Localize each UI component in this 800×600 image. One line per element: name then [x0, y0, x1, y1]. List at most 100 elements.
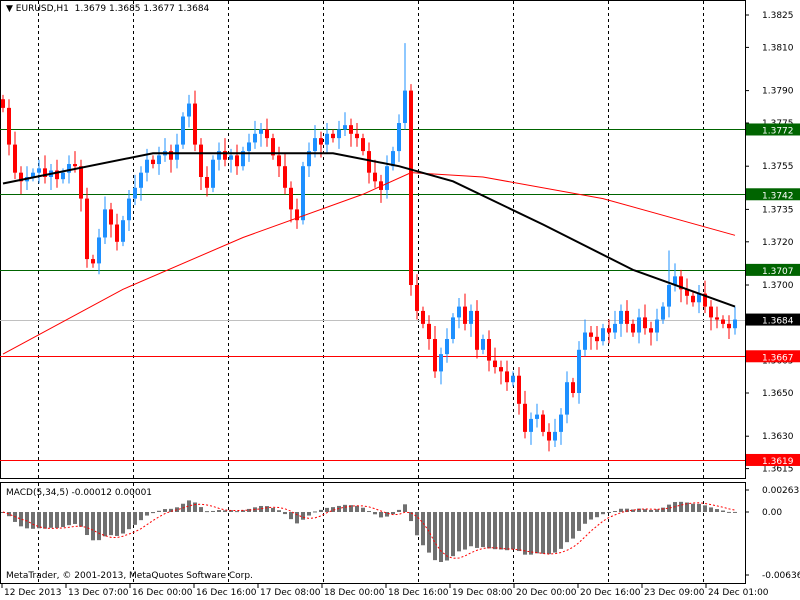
macd-label: MACD(5,34,5) -0.00012 0.00001: [6, 488, 152, 498]
candle-body: [511, 375, 515, 383]
candle: [355, 123, 359, 147]
level-price-label: 1.3707: [762, 267, 794, 277]
macd-bar: [103, 512, 107, 537]
candle: [31, 168, 35, 182]
macd-bar: [397, 509, 401, 512]
candle: [721, 315, 725, 329]
candle: [577, 341, 581, 404]
candle: [505, 360, 509, 391]
macd-bar: [343, 504, 347, 512]
time-label: 12 Dec 2013: [4, 588, 62, 598]
macd-bar: [565, 512, 569, 543]
time-label: 16 Dec 00:00: [132, 588, 193, 598]
candle-body: [517, 375, 521, 404]
candle-body: [577, 349, 581, 393]
candle: [493, 347, 497, 374]
macd-bar: [391, 512, 395, 515]
candle: [385, 155, 389, 199]
level-price-label: 1.3772: [762, 126, 794, 136]
candle: [709, 300, 713, 331]
macd-bar: [319, 509, 323, 512]
macd-bar: [733, 511, 737, 513]
candle-body: [499, 367, 503, 372]
macd-bar: [589, 512, 593, 520]
macd-bar: [145, 512, 149, 516]
macd-bar: [121, 512, 125, 534]
macd-bar: [649, 509, 653, 512]
candle: [529, 412, 533, 445]
candle-body: [325, 133, 329, 145]
macd-bar: [475, 512, 479, 548]
macd-bar: [43, 512, 47, 529]
candle-body: [637, 317, 641, 333]
price-panel-frame: [0, 0, 746, 479]
candle-body: [127, 198, 131, 221]
candle-body: [409, 90, 413, 285]
candle: [511, 371, 515, 387]
candle: [451, 313, 455, 344]
macd-bar: [169, 508, 173, 512]
candle: [445, 328, 449, 363]
candle: [649, 321, 653, 346]
open-value: 1.3679: [74, 4, 107, 14]
candle: [439, 347, 443, 385]
macd-bar: [535, 512, 539, 554]
candle: [559, 408, 563, 445]
macd-bar: [709, 507, 713, 512]
candle-body: [643, 317, 647, 329]
candle-body: [319, 138, 323, 145]
candle: [373, 159, 377, 188]
time-label: 20 Dec 16:00: [580, 588, 641, 598]
candle-body: [235, 155, 239, 167]
macd-bar: [427, 512, 431, 553]
candle-body: [421, 310, 425, 324]
candle: [289, 181, 293, 223]
ma-slow-line: [2, 172, 736, 355]
candle-body: [667, 285, 671, 307]
candle-body: [247, 142, 251, 152]
candle-body: [487, 339, 491, 361]
symbol-label: EURUSD,H1: [15, 4, 69, 14]
candle-body: [265, 129, 269, 139]
candle-body: [283, 166, 287, 188]
macd-bar: [505, 512, 509, 551]
candle: [499, 360, 503, 385]
macd-bar: [727, 511, 731, 513]
close-value: 1.3684: [177, 4, 210, 14]
macd-bar: [235, 511, 239, 513]
candle-body: [445, 339, 449, 355]
price-chart[interactable]: 1.38251.38101.37901.37751.37551.37351.37…: [0, 0, 800, 600]
macd-bar: [109, 512, 113, 536]
candle: [403, 43, 407, 130]
macd-bar: [547, 512, 551, 555]
macd-bar: [679, 501, 683, 512]
candle: [247, 133, 251, 162]
price-tick-label: 1.3810: [762, 43, 794, 53]
candle-body: [397, 123, 401, 152]
level-price-label: 1.3742: [762, 191, 794, 201]
candle-body: [61, 172, 65, 180]
macd-bar: [703, 505, 707, 512]
macd-bar: [595, 512, 599, 518]
macd-bar: [661, 507, 665, 512]
macd-bar: [487, 512, 491, 549]
candle-body: [415, 285, 419, 311]
candle-body: [7, 107, 11, 145]
level-price-label: 1.3619: [762, 457, 794, 467]
candle-body: [157, 155, 161, 165]
macd-bar: [541, 512, 545, 554]
candle-body: [151, 159, 155, 165]
candle: [85, 187, 89, 268]
candle-body: [565, 382, 569, 415]
triangle-down-icon[interactable]: ▼: [6, 4, 13, 14]
candle-body: [457, 306, 461, 318]
macd-bar: [583, 512, 587, 524]
candle: [571, 377, 575, 398]
candle: [181, 112, 185, 149]
price-tick-label: 1.3650: [762, 389, 794, 399]
candle-body: [85, 198, 89, 260]
candle: [469, 304, 473, 337]
candle: [205, 166, 209, 197]
candle-body: [253, 133, 257, 143]
candle: [421, 306, 425, 329]
